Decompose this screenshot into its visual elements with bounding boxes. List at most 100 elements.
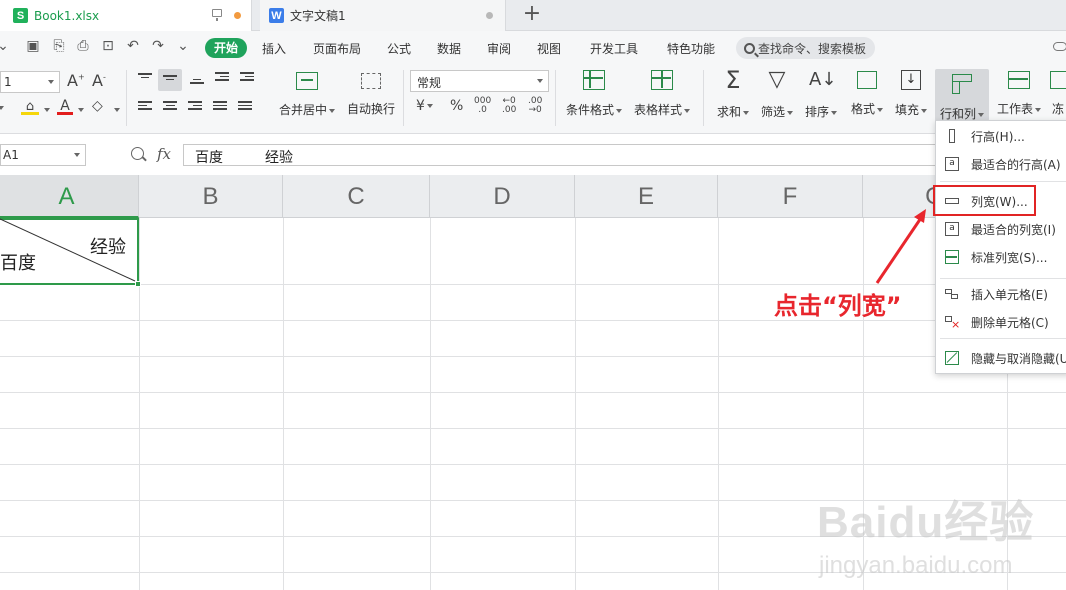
- sort-icon: A↓: [809, 69, 837, 90]
- menu-item-autofit-column[interactable]: a 最适合的列宽(I): [936, 215, 1066, 243]
- menu-item-delete-cell[interactable]: × 删除单元格(C): [936, 308, 1066, 336]
- font-color-dropdown-icon[interactable]: [76, 102, 84, 118]
- fill-color-icon[interactable]: ⌂: [21, 99, 39, 115]
- decrease-decimal-icon[interactable]: .00 →0: [528, 97, 542, 115]
- column-header-f[interactable]: F: [718, 175, 863, 218]
- format-icon: [857, 71, 877, 89]
- ribbon-separator: [403, 70, 404, 126]
- menu-item-standard-width[interactable]: 标准列宽(S)...: [936, 243, 1066, 271]
- justify-icon[interactable]: [213, 101, 227, 113]
- filter-button[interactable]: ▽ 筛选: [758, 68, 796, 120]
- tab-status-dot-icon: [486, 12, 493, 19]
- menu-item-autofit-row[interactable]: a 最适合的行高(A): [936, 150, 1066, 178]
- table-style-button[interactable]: 表格样式: [630, 68, 694, 118]
- align-center-icon[interactable]: [163, 101, 177, 113]
- eraser-icon[interactable]: ◇: [92, 98, 103, 114]
- delete-cell-icon: ×: [945, 315, 960, 330]
- fx-icon[interactable]: fx: [157, 145, 171, 163]
- font-shrink-icon[interactable]: A-: [92, 71, 106, 90]
- formula-input[interactable]: 百度 经验: [183, 144, 1066, 166]
- menu-tab-page-layout[interactable]: 页面布局: [313, 40, 361, 57]
- menu-item-row-height[interactable]: 行高(H)...: [936, 122, 1066, 150]
- cell-a1-top-text: 经验: [90, 237, 126, 258]
- wrap-text-button[interactable]: 自动换行: [342, 68, 400, 117]
- print-icon[interactable]: ⎙: [74, 38, 92, 54]
- cloud-icon[interactable]: [1053, 42, 1066, 51]
- row-column-button[interactable]: 行和列: [935, 69, 989, 121]
- quick-access-dropdown-icon[interactable]: ⌄: [174, 38, 192, 54]
- increase-indent-icon[interactable]: [240, 72, 254, 84]
- tab-writer-doc[interactable]: W 文字文稿1: [260, 0, 506, 31]
- column-header-e[interactable]: E: [575, 175, 718, 218]
- command-search-input[interactable]: 查找命令、搜索模板: [736, 37, 875, 59]
- formula-text-left: 百度: [195, 150, 223, 166]
- grid-line: [718, 218, 719, 590]
- export-icon[interactable]: ⎘: [50, 38, 68, 54]
- fill-down-icon: ↓: [901, 70, 921, 90]
- fill-button[interactable]: ↓ 填充: [892, 68, 930, 118]
- undo-icon[interactable]: ↶: [124, 38, 142, 54]
- format-button[interactable]: 格式: [846, 68, 888, 117]
- wrap-text-label: 自动换行: [346, 102, 395, 116]
- save-icon[interactable]: ▣: [24, 38, 42, 54]
- font-color-icon[interactable]: A: [57, 98, 73, 115]
- menu-tab-review[interactable]: 审阅: [487, 40, 511, 57]
- monitor-icon[interactable]: [212, 9, 222, 21]
- column-header-c[interactable]: C: [283, 175, 430, 218]
- tab-book1-xlsx[interactable]: S Book1.xlsx: [0, 0, 252, 31]
- ribbon-separator: [555, 70, 556, 126]
- number-format-value: 常规: [417, 76, 442, 90]
- align-top-icon[interactable]: [138, 73, 152, 85]
- name-box-value: A1: [3, 148, 19, 162]
- fill-dropdown-icon[interactable]: [42, 102, 50, 118]
- decrease-indent-icon[interactable]: [215, 72, 229, 84]
- menu-item-hide-unhide[interactable]: 隐藏与取消隐藏(U: [936, 344, 1066, 372]
- redo-icon[interactable]: ↷: [149, 38, 167, 54]
- ribbon-toolbar: 1 A+ A- ⌂ A ◇ 合并居中 自动换行 常规 ¥ % 000.0 ←0 …: [0, 64, 1066, 134]
- fill-handle[interactable]: [135, 281, 141, 287]
- column-header-d[interactable]: D: [430, 175, 575, 218]
- ribbon-separator: [126, 70, 127, 126]
- new-tab-button[interactable]: +: [520, 3, 544, 27]
- number-format-select[interactable]: 常规: [410, 70, 549, 92]
- sum-button[interactable]: Σ 求和: [714, 68, 752, 120]
- menu-tab-view[interactable]: 视图: [537, 40, 561, 57]
- menu-tab-developer[interactable]: 开发工具: [590, 40, 638, 57]
- cell-a1[interactable]: 经验 百度: [0, 218, 141, 287]
- freeze-icon: [1050, 71, 1066, 89]
- freeze-button[interactable]: 冻: [1050, 68, 1066, 117]
- distributed-icon[interactable]: [238, 101, 252, 113]
- column-header-b[interactable]: B: [139, 175, 283, 218]
- sort-button[interactable]: A↓ 排序: [802, 68, 840, 120]
- menu-item-insert-cell[interactable]: 插入单元格(E): [936, 280, 1066, 308]
- print-preview-icon[interactable]: ⊡: [99, 38, 117, 54]
- percent-icon[interactable]: %: [450, 98, 463, 114]
- name-box[interactable]: A1: [0, 144, 86, 166]
- zoom-icon[interactable]: [131, 147, 144, 160]
- sort-label: 排序: [804, 105, 829, 119]
- align-middle-icon[interactable]: [158, 69, 182, 91]
- thousands-separator-icon[interactable]: 000.0: [474, 97, 491, 115]
- worksheet-button[interactable]: 工作表: [994, 68, 1044, 117]
- menu-chevron-icon[interactable]: ⌄: [0, 38, 12, 54]
- menu-tab-data[interactable]: 数据: [437, 40, 461, 57]
- menu-tab-formulas[interactable]: 公式: [387, 40, 411, 57]
- align-left-icon[interactable]: [138, 101, 152, 113]
- writer-file-icon: W: [269, 8, 284, 23]
- dropdown-caret-icon[interactable]: [0, 100, 4, 116]
- menu-tab-insert[interactable]: 插入: [262, 40, 286, 57]
- currency-icon[interactable]: ¥: [416, 98, 433, 114]
- conditional-format-button[interactable]: 条件格式: [563, 68, 625, 118]
- increase-decimal-icon[interactable]: ←0.00: [502, 97, 516, 115]
- merge-center-button[interactable]: 合并居中: [272, 68, 342, 118]
- row-column-dropdown-menu: 行高(H)... a 最适合的行高(A) 列宽(W)... a 最适合的列宽(I…: [935, 120, 1066, 374]
- menu-tab-start[interactable]: 开始: [205, 38, 247, 58]
- font-grow-icon[interactable]: A+: [67, 71, 85, 90]
- column-header-a[interactable]: A: [0, 175, 139, 218]
- align-right-icon[interactable]: [188, 101, 202, 113]
- font-size-select[interactable]: 1: [0, 71, 60, 93]
- grid-line: [0, 392, 1066, 393]
- menu-tab-special[interactable]: 特色功能: [667, 40, 715, 57]
- align-bottom-icon[interactable]: [190, 75, 204, 87]
- eraser-dropdown-icon[interactable]: [112, 102, 120, 118]
